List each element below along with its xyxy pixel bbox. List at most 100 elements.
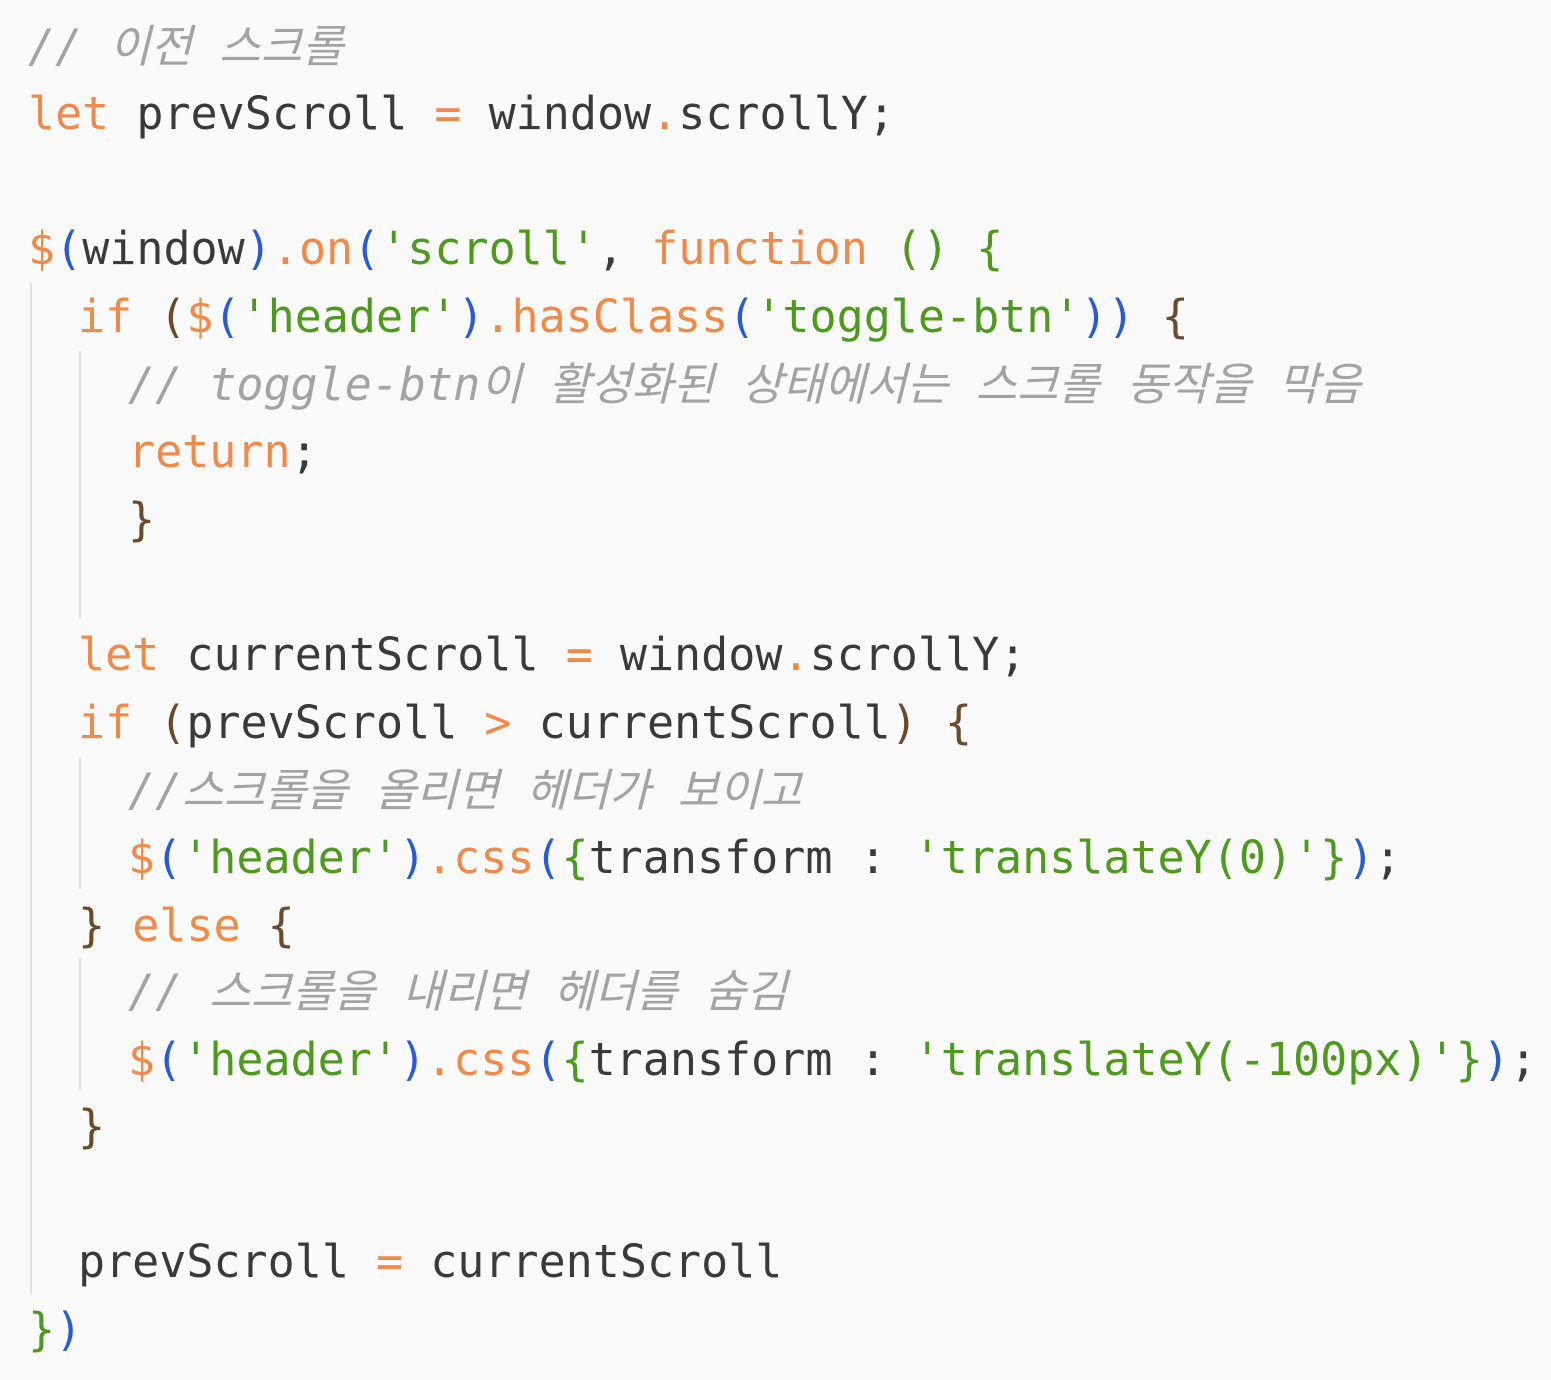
code-token-ident <box>918 696 945 749</box>
code-token-op: = <box>565 628 593 681</box>
code-token-comment: // 스크롤을 내리면 헤더를 숨김 <box>128 965 788 1018</box>
code-token-method: css <box>453 1033 535 1086</box>
code-token-string: 'header' <box>240 290 458 343</box>
code-token-punct: : <box>859 831 914 884</box>
code-token-method: hasClass <box>511 290 729 343</box>
code-token-string: 'header' <box>182 831 399 884</box>
code-token-dollar: $ <box>28 222 56 275</box>
code-token-paren-blue: ) <box>1347 831 1375 884</box>
code-token-method: css <box>453 831 535 884</box>
code-token-op: . <box>271 222 299 275</box>
code-line: } else { <box>78 892 295 960</box>
code-line: return; <box>128 418 318 486</box>
code-line: $('header').css({transform : 'translateY… <box>128 824 1401 892</box>
code-token-punct: ; <box>867 87 895 140</box>
code-token-brace: { <box>1161 290 1189 343</box>
code-token-string: { <box>561 831 589 884</box>
code-token-paren-blue: ( <box>55 222 83 275</box>
code-token-ident: window <box>82 222 245 275</box>
code-token-paren-blue: ) <box>55 1303 83 1356</box>
code-token-string: { <box>561 1033 589 1086</box>
code-line: // 이전 스크롤 <box>28 13 343 81</box>
code-token-ident: prevScroll <box>109 87 435 140</box>
code-token-op: = <box>376 1235 404 1288</box>
code-token-ident: currentScroll <box>511 696 891 749</box>
code-token-ident <box>132 696 159 749</box>
indent-guide-if-toggle <box>79 351 81 619</box>
code-token-string: () <box>895 222 950 275</box>
code-token-comment: // toggle-btn이 활성화된 상태에서는 스크롤 동작을 막음 <box>128 358 1361 411</box>
code-token-paren-blue: ( <box>353 222 381 275</box>
code-token-op: . <box>484 290 512 343</box>
code-token-string: } <box>1455 1033 1483 1086</box>
code-token-op: . <box>426 831 454 884</box>
code-token-brace: ( <box>159 696 187 749</box>
code-token-ident: prevScroll <box>186 696 485 749</box>
code-token-brace: } <box>78 899 106 952</box>
code-token-keyword: let <box>28 87 110 140</box>
code-token-paren-blue: ( <box>534 1033 562 1086</box>
code-token-punct: ; <box>999 628 1027 681</box>
code-token-paren-blue: ( <box>534 831 562 884</box>
code-line: let currentScroll = window.scrollY; <box>78 621 1026 689</box>
code-token-string: } <box>28 1303 56 1356</box>
code-token-ident <box>868 222 895 275</box>
code-token-string: { <box>976 222 1004 275</box>
indent-guide-function-body <box>30 283 32 1295</box>
code-editor[interactable]: // 이전 스크롤 let prevScroll = window.scrollY… <box>0 0 1551 1380</box>
code-token-ident: transform <box>588 831 860 884</box>
code-token-ident <box>132 290 159 343</box>
code-token-paren-blue: ( <box>213 290 241 343</box>
code-token-string: 'toggle-btn' <box>755 290 1081 343</box>
code-token-string: 'translateY(0)' <box>913 831 1321 884</box>
code-token-punct: ; <box>290 425 318 478</box>
code-token-brace: { <box>944 696 973 749</box>
code-token-paren-blue: ( <box>728 290 756 343</box>
code-token-op: > <box>484 696 512 749</box>
code-token-punct: , <box>596 222 652 275</box>
code-token-dollar: $ <box>128 831 156 884</box>
code-token-ident: window <box>592 628 783 681</box>
code-token-op: = <box>434 87 462 140</box>
code-line: if ($('header').hasClass('toggle-btn')) … <box>78 283 1189 351</box>
code-token-ident: scrollY <box>809 628 1000 681</box>
code-token-paren-blue: ) <box>1482 1033 1510 1086</box>
indent-guide-if-scroll <box>79 757 81 889</box>
code-token-string: 'scroll' <box>380 222 597 275</box>
code-token-op: . <box>426 1033 454 1086</box>
code-token-brace: { <box>267 899 295 952</box>
code-token-keyword: if <box>78 290 133 343</box>
code-line: $('header').css({transform : 'translateY… <box>128 1026 1537 1094</box>
code-token-comment: // 이전 스크롤 <box>28 20 344 73</box>
code-token-keyword: let <box>78 628 160 681</box>
code-token-ident: transform <box>588 1033 860 1086</box>
code-token-punct: ; <box>1509 1033 1537 1086</box>
code-line: // toggle-btn이 활성화된 상태에서는 스크롤 동작을 막음 <box>128 351 1361 419</box>
code-token-dollar: $ <box>128 1033 156 1086</box>
code-token-method: on <box>298 222 354 275</box>
code-line: }) <box>28 1296 82 1364</box>
code-token-punct: ; <box>1374 831 1402 884</box>
code-token-punct: : <box>859 1033 914 1086</box>
code-token-keyword: if <box>78 696 133 749</box>
code-token-ident <box>241 899 268 952</box>
code-token-brace: } <box>78 1100 106 1153</box>
code-token-ident: currentScroll <box>403 1235 783 1288</box>
code-token-paren-blue: ) <box>457 290 485 343</box>
code-token-paren-blue: )) <box>1080 290 1135 343</box>
code-line: let prevScroll = window.scrollY; <box>28 80 895 148</box>
code-token-dollar: $ <box>186 290 214 343</box>
code-line: if (prevScroll > currentScroll) { <box>78 689 972 757</box>
code-token-brace: ( <box>159 290 187 343</box>
code-line: prevScroll = currentScroll <box>78 1228 782 1296</box>
code-token-string: } <box>1320 831 1348 884</box>
code-token-ident: window <box>461 87 652 140</box>
code-token-ident: prevScroll <box>78 1235 377 1288</box>
code-token-op: . <box>651 87 679 140</box>
code-token-comment: //스크롤을 올리면 헤더가 보이고 <box>128 764 802 817</box>
code-token-ident: scrollY <box>678 87 868 140</box>
code-token-paren-blue: ( <box>155 831 183 884</box>
code-token-string: 'translateY(-100px)' <box>913 1033 1456 1086</box>
code-token-brace: } <box>128 493 156 546</box>
code-line: //스크롤을 올리면 헤더가 보이고 <box>128 757 802 825</box>
